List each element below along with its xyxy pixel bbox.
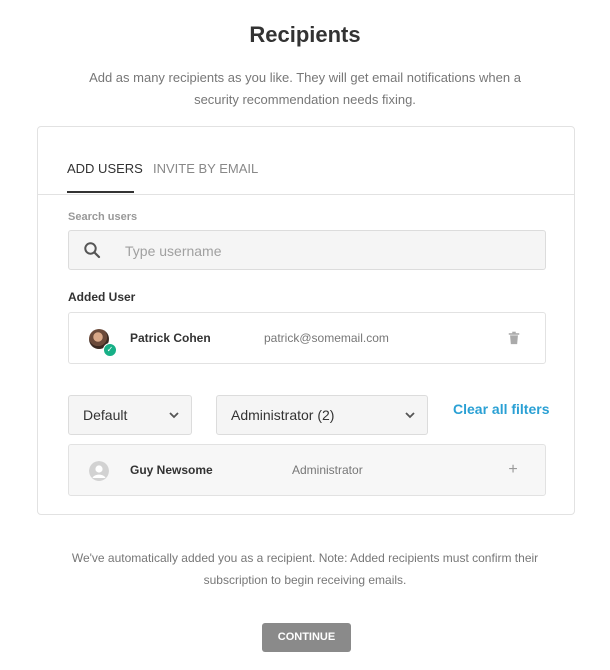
select-value: Default bbox=[83, 407, 128, 423]
user-avatar-icon bbox=[89, 461, 109, 481]
search-label: Search users bbox=[68, 211, 138, 223]
plus-icon[interactable]: + bbox=[505, 462, 521, 478]
footer-note: We've automatically added you as a recip… bbox=[71, 551, 539, 587]
select-value: Administrator (2) bbox=[231, 407, 335, 423]
tab-invite-by-email[interactable]: INVITE BY EMAIL bbox=[153, 161, 258, 176]
search-icon bbox=[84, 242, 101, 259]
trash-icon[interactable] bbox=[507, 331, 521, 345]
tab-add-users[interactable]: ADD USERS bbox=[67, 161, 143, 176]
added-user-row: ✓ Patrick Cohen patrick@somemail.com bbox=[68, 312, 546, 364]
chevron-down-icon bbox=[405, 412, 415, 419]
page-title: Recipients bbox=[249, 22, 361, 47]
user-role: Administrator bbox=[292, 463, 363, 477]
tab-bar: ADD USERS INVITE BY EMAIL bbox=[38, 127, 574, 195]
search-box[interactable] bbox=[68, 230, 546, 270]
added-user-label: Added User bbox=[68, 290, 136, 304]
active-tab-indicator bbox=[67, 191, 134, 193]
recipients-card: ADD USERS INVITE BY EMAIL Search users A… bbox=[37, 126, 575, 515]
user-email: patrick@somemail.com bbox=[264, 331, 389, 345]
user-name: Patrick Cohen bbox=[130, 331, 211, 345]
check-icon: ✓ bbox=[103, 343, 117, 357]
user-result-row: Guy Newsome Administrator + bbox=[68, 444, 546, 496]
role-filter-select[interactable]: Administrator (2) bbox=[216, 395, 428, 435]
chevron-down-icon bbox=[169, 412, 179, 419]
page-subtitle: Add as many recipients as you like. They… bbox=[89, 70, 521, 107]
clear-filters-link[interactable]: Clear all filters bbox=[453, 401, 550, 417]
search-input[interactable] bbox=[123, 239, 527, 263]
continue-button[interactable]: CONTINUE bbox=[262, 623, 351, 652]
default-filter-select[interactable]: Default bbox=[68, 395, 192, 435]
user-name: Guy Newsome bbox=[130, 463, 213, 477]
